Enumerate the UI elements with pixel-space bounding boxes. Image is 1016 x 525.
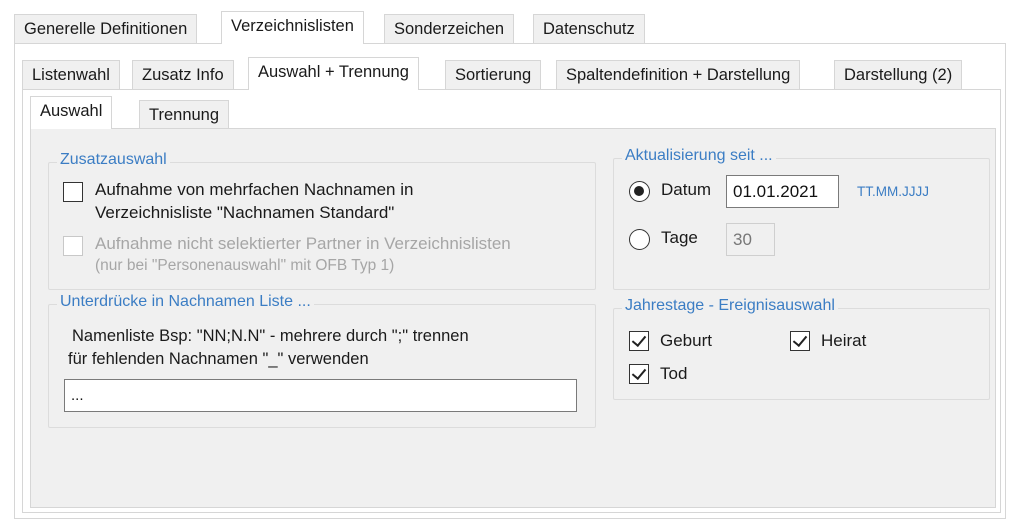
tab-sonderzeichen[interactable]: Sonderzeichen — [384, 14, 515, 44]
zusatzauswahl-title: Zusatzauswahl — [57, 151, 170, 169]
tod-label: Tod — [660, 364, 688, 383]
geburt-label: Geburt — [660, 331, 712, 350]
nicht-selektierte-partner-checkbox — [63, 236, 83, 256]
tage-radio[interactable] — [629, 229, 650, 250]
tab-datenschutz[interactable]: Datenschutz — [533, 14, 645, 44]
tab-auswahl[interactable]: Auswahl — [30, 96, 113, 129]
mehrfache-nachnamen-label-line1: Aufnahme von mehrfachen Nachnamen in — [95, 180, 414, 199]
heirat-label: Heirat — [821, 331, 867, 350]
jahrestage-group: Jahrestage - Ereignisauswahl — [613, 297, 990, 400]
heirat-checkbox[interactable] — [790, 331, 810, 351]
tage-label: Tage — [661, 228, 698, 247]
heirat-checkmark-icon — [792, 331, 808, 348]
datum-radio[interactable] — [629, 181, 650, 202]
unterdruecke-title: Unterdrücke in Nachnamen Liste ... — [57, 293, 314, 311]
tab-auswahl-trennung[interactable]: Auswahl + Trennung — [248, 57, 419, 90]
tab-sortierung[interactable]: Sortierung — [445, 60, 542, 90]
tab-verzeichnislisten[interactable]: Verzeichnislisten — [221, 11, 364, 44]
tod-checkbox[interactable] — [629, 364, 649, 384]
unterdruecke-hint-line1: Namenliste Bsp: "NN;N.N" - mehrere durch… — [72, 327, 469, 345]
nicht-selektierte-partner-label-line2: (nur bei "Personenauswahl" mit OFB Typ 1… — [95, 257, 395, 274]
tab-spaltendefinition-darstellung[interactable]: Spaltendefinition + Darstellung — [556, 60, 801, 90]
datum-radio-dot — [634, 186, 644, 196]
unterdruecke-hint-line2: für fehlenden Nachnamen "_" verwenden — [68, 350, 369, 368]
datum-input[interactable] — [726, 175, 839, 208]
date-format-hint: TT.MM.JJJJ — [857, 184, 929, 199]
tage-input — [726, 223, 775, 256]
nicht-selektierte-partner-label-line1: Aufnahme nicht selektierter Partner in V… — [95, 234, 511, 253]
tab-darstellung-2[interactable]: Darstellung (2) — [834, 60, 963, 90]
tab-trennung[interactable]: Trennung — [139, 100, 230, 130]
aktualisierung-title: Aktualisierung seit ... — [622, 147, 776, 165]
tab-generelle-definitionen[interactable]: Generelle Definitionen — [14, 14, 198, 44]
geburt-checkmark-icon — [631, 331, 647, 348]
datum-label: Datum — [661, 180, 712, 199]
tab-listenwahl[interactable]: Listenwahl — [22, 60, 120, 90]
jahrestage-title: Jahrestage - Ereignisauswahl — [622, 297, 838, 315]
unterdruecke-nachnamen-input[interactable] — [64, 379, 577, 412]
geburt-checkbox[interactable] — [629, 331, 649, 351]
mehrfache-nachnamen-label-line2: Verzeichnisliste "Nachnamen Standard" — [95, 203, 395, 222]
tab-zusatz-info[interactable]: Zusatz Info — [132, 60, 234, 90]
mehrfache-nachnamen-checkbox[interactable] — [63, 182, 83, 202]
tod-checkmark-icon — [631, 364, 647, 381]
